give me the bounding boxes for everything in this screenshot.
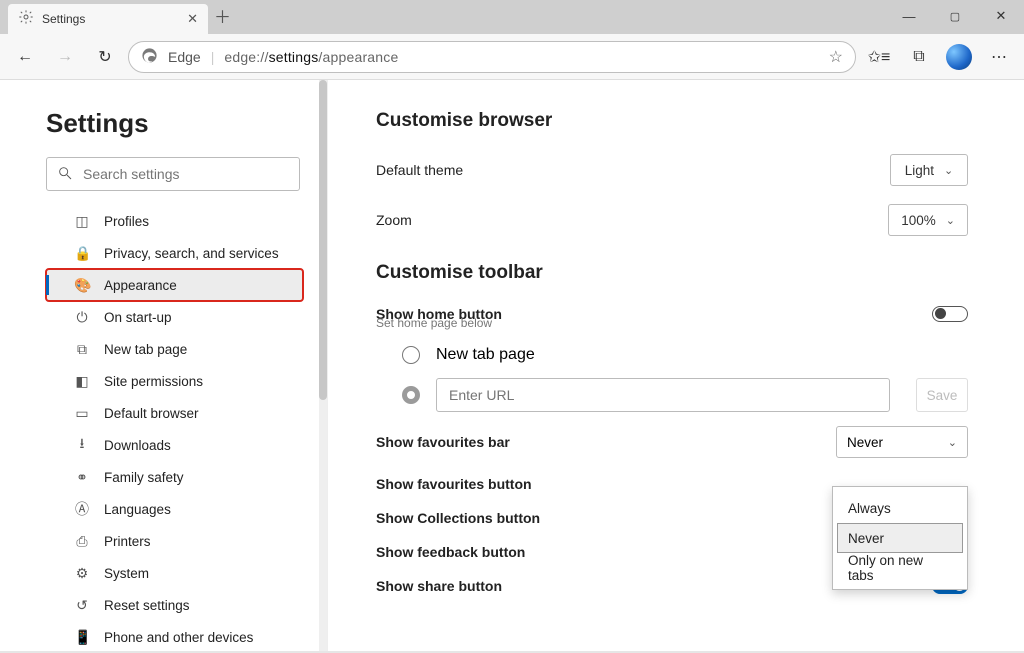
sidebar-item-label: Profiles [104,214,149,229]
sidebar-item-family-safety[interactable]: ⚭ Family safety [46,461,303,493]
default-theme-label: Default theme [376,162,463,178]
sidebar-item-languages[interactable]: Ⓐ Languages [46,493,303,525]
sidebar-item-on-start-up[interactable]: ⏻ On start-up [46,301,303,333]
sidebar-item-label: Site permissions [104,374,203,389]
reset-icon: ↺ [74,597,90,614]
home-subtext: Set home page below [376,316,968,330]
sidebar-item-label: Appearance [104,278,177,293]
sidebar-item-profiles[interactable]: ◫ Profiles [46,205,303,237]
home-url-input[interactable] [436,378,890,412]
edge-logo-icon [141,47,158,67]
show-favourites-bar-select[interactable]: Never⌄ [836,426,968,458]
home-radio-url[interactable] [402,386,420,404]
annotation-arrow [1018,550,1024,650]
settings-main-panel: Customise browser Default theme Light⌄ Z… [328,80,1024,651]
nav-back-button[interactable]: ← [8,40,42,74]
sidebar-item-label: Privacy, search, and services [104,246,279,261]
show-share-button-label: Show share button [376,578,502,594]
power-icon: ⏻ [74,309,90,326]
sidebar-item-label: Default browser [104,406,199,421]
favourites-bar-option-always[interactable]: Always [837,493,963,523]
sidebar-item-label: Phone and other devices [104,630,253,645]
sidebar-item-reset-settings[interactable]: ↺ Reset settings [46,589,303,621]
sidebar-item-label: Family safety [104,470,184,485]
home-url-save-button[interactable]: Save [916,378,968,412]
sidebar-item-appearance[interactable]: 🎨 Appearance [46,269,303,301]
chevron-down-icon: ⌄ [944,164,953,177]
nav-refresh-button[interactable]: ↻ [88,40,122,74]
show-feedback-button-label: Show feedback button [376,544,525,560]
customise-toolbar-heading: Customise toolbar [376,262,968,284]
sidebar-item-privacy-search-and-services[interactable]: 🔒 Privacy, search, and services [46,237,303,269]
sidebar-item-label: Downloads [104,438,171,453]
chevron-down-icon: ⌄ [948,436,957,449]
favourites-button[interactable]: ✩≡ [862,40,896,74]
settings-sidebar: Settings ◫ Profiles 🔒 Privacy, search, and … [0,80,327,653]
languages-icon: Ⓐ [74,499,90,519]
system-icon: ⚙ [74,565,90,582]
sidebar-scrollbar[interactable] [319,80,327,651]
sidebar-item-label: Printers [104,534,151,549]
chevron-down-icon: ⌄ [946,214,955,227]
home-radio-new-tab[interactable] [402,346,420,364]
home-radio-new-tab-label: New tab page [436,346,535,364]
sidebar-item-new-tab-page[interactable]: ⧉ New tab page [46,333,303,365]
show-home-button-toggle[interactable] [932,306,968,322]
favourites-bar-option-never[interactable]: Never [837,523,963,553]
profile-avatar-button[interactable] [946,44,972,70]
default-theme-select[interactable]: Light⌄ [890,154,968,186]
sidebar-item-label: System [104,566,149,581]
window-titlebar: Settings ✕ ＋ — ▢ ✕ [0,0,1024,34]
browser-icon: ▭ [74,405,90,422]
settings-search-input[interactable] [83,166,289,182]
sidebar-item-label: New tab page [104,342,187,357]
show-favourites-bar-label: Show favourites bar [376,434,510,450]
more-menu-button[interactable]: ⋯ [982,40,1016,74]
show-collections-button-label: Show Collections button [376,510,540,526]
sidebar-item-label: Reset settings [104,598,190,613]
window-maximize-button[interactable]: ▢ [932,0,978,32]
nav-forward-button[interactable]: → [48,40,82,74]
sidebar-item-label: Languages [104,502,171,517]
window-close-button[interactable]: ✕ [978,0,1024,32]
new-tab-icon: ⧉ [74,341,90,358]
lock-icon: 🔒 [74,245,90,262]
permissions-icon: ◧ [74,373,90,390]
palette-icon: 🎨 [74,277,90,294]
favourites-bar-dropdown: AlwaysNeverOnly on new tabs [832,486,968,590]
sidebar-item-site-permissions[interactable]: ◧ Site permissions [46,365,303,397]
zoom-select[interactable]: 100%⌄ [888,204,968,236]
customise-browser-heading: Customise browser [376,110,968,132]
show-favourites-button-label: Show favourites button [376,476,532,492]
tab-title: Settings [42,12,179,26]
download-icon: ⭳ [74,433,90,457]
printer-icon: ⎙ [74,533,90,550]
sidebar-item-downloads[interactable]: ⭳ Downloads [46,429,303,461]
family-icon: ⚭ [74,469,90,486]
settings-search[interactable] [46,157,300,191]
window-minimize-button[interactable]: — [886,0,932,32]
gear-icon [18,9,34,30]
sidebar-item-phone-and-other-devices[interactable]: 📱 Phone and other devices [46,621,303,653]
profile-card-icon: ◫ [74,213,90,230]
address-bar[interactable]: Edge | edge://settings/appearance ☆ [128,41,856,73]
url-scheme-label: Edge [168,49,201,65]
sidebar-item-printers[interactable]: ⎙ Printers [46,525,303,557]
new-tab-button[interactable]: ＋ [214,3,231,28]
sidebar-item-default-browser[interactable]: ▭ Default browser [46,397,303,429]
browser-toolbar: ← → ↻ Edge | edge://settings/appearance … [0,34,1024,80]
url-text: edge://settings/appearance [224,49,818,65]
browser-tab[interactable]: Settings ✕ [8,4,208,34]
favourites-bar-option-only-on-new-tabs[interactable]: Only on new tabs [837,553,963,583]
close-tab-icon[interactable]: ✕ [187,11,198,27]
favourite-star-icon[interactable]: ☆ [829,47,843,67]
sidebar-item-label: On start-up [104,310,172,325]
settings-heading: Settings [46,108,303,139]
phone-icon: 📱 [74,629,90,646]
sidebar-item-system[interactable]: ⚙ System [46,557,303,589]
collections-button[interactable]: ⧉ [902,40,936,74]
search-icon [57,165,73,184]
zoom-label: Zoom [376,212,412,228]
